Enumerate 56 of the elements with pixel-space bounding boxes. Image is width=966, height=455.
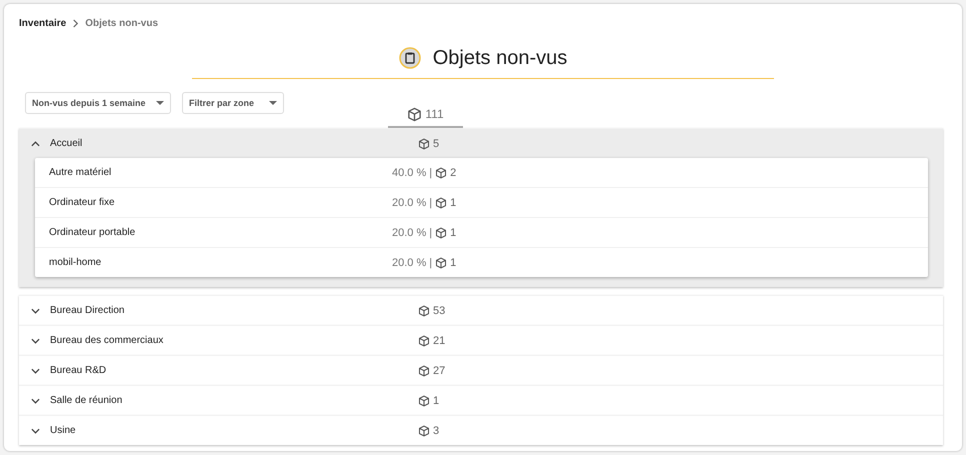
cube-icon bbox=[435, 166, 448, 178]
category-name: Ordinateur fixe bbox=[48, 197, 116, 208]
category-name: mobil-home bbox=[48, 257, 102, 268]
breadcrumb-item[interactable]: Inventaire bbox=[19, 18, 66, 28]
cube-icon bbox=[418, 334, 430, 346]
chevron-icon bbox=[31, 338, 40, 344]
cube-icon bbox=[418, 424, 430, 436]
page-title: Objets non-vus bbox=[432, 46, 568, 70]
cube-icon bbox=[418, 364, 430, 376]
zone-header[interactable]: Bureau des commerciaux 21 bbox=[19, 325, 943, 355]
category-count: 1 bbox=[450, 196, 456, 208]
chevron-icon bbox=[31, 368, 40, 374]
zone-count: 27 bbox=[433, 364, 446, 376]
chevron-icon bbox=[31, 428, 40, 434]
cube-icon bbox=[418, 394, 430, 406]
cube-icon bbox=[435, 226, 448, 238]
category-percent: 20.0 % | bbox=[392, 196, 432, 208]
clipboard-icon bbox=[398, 47, 421, 69]
chevron-icon bbox=[31, 140, 40, 146]
category-count: 1 bbox=[450, 256, 456, 268]
zone-count: 5 bbox=[433, 138, 440, 150]
zone-count: 21 bbox=[433, 334, 446, 346]
zone-name: Salle de réunion bbox=[50, 395, 122, 406]
category-percent: 20.0 % | bbox=[392, 256, 432, 268]
zone-header[interactable]: Usine 3 bbox=[19, 415, 943, 445]
category-percent: 40.0 % | bbox=[392, 166, 432, 178]
zone-header[interactable]: Salle de réunion 1 bbox=[19, 385, 943, 415]
chevron-icon bbox=[31, 398, 40, 404]
zone-name: Bureau R&D bbox=[50, 365, 106, 376]
cube-icon bbox=[435, 196, 448, 208]
zone-header[interactable]: Bureau R&D 27 bbox=[19, 355, 943, 385]
chevron-right-icon bbox=[72, 18, 80, 28]
caret-icon bbox=[269, 101, 277, 105]
zone-header[interactable]: Bureau Direction 53 bbox=[19, 295, 943, 325]
caret-icon bbox=[156, 101, 164, 105]
cube-icon bbox=[418, 304, 430, 316]
total-count: 111 bbox=[425, 107, 444, 121]
chevron-icon bbox=[31, 308, 40, 314]
zone-name: Usine bbox=[50, 425, 76, 436]
filter-dropdown[interactable]: Non-vus depuis 1 semaine bbox=[25, 92, 171, 114]
category-name: Autre matériel bbox=[48, 167, 112, 178]
cube-icon bbox=[407, 106, 422, 122]
category-count: 2 bbox=[450, 166, 456, 178]
category-name: Ordinateur portable bbox=[48, 227, 136, 238]
zone-count: 1 bbox=[433, 394, 440, 406]
zone-name: Accueil bbox=[50, 138, 82, 149]
cube-icon bbox=[435, 256, 448, 268]
zone-count: 3 bbox=[433, 424, 440, 436]
zone-name: Bureau des commerciaux bbox=[50, 335, 164, 346]
category-percent: 20.0 % | bbox=[392, 226, 432, 238]
filter-dropdown[interactable]: Filtrer par zone bbox=[182, 92, 284, 114]
category-count: 1 bbox=[450, 226, 456, 238]
cube-icon bbox=[418, 138, 430, 150]
breadcrumb-item: Objets non-vus bbox=[85, 18, 158, 28]
zone-name: Bureau Direction bbox=[50, 305, 124, 316]
zone-count: 53 bbox=[433, 304, 446, 316]
